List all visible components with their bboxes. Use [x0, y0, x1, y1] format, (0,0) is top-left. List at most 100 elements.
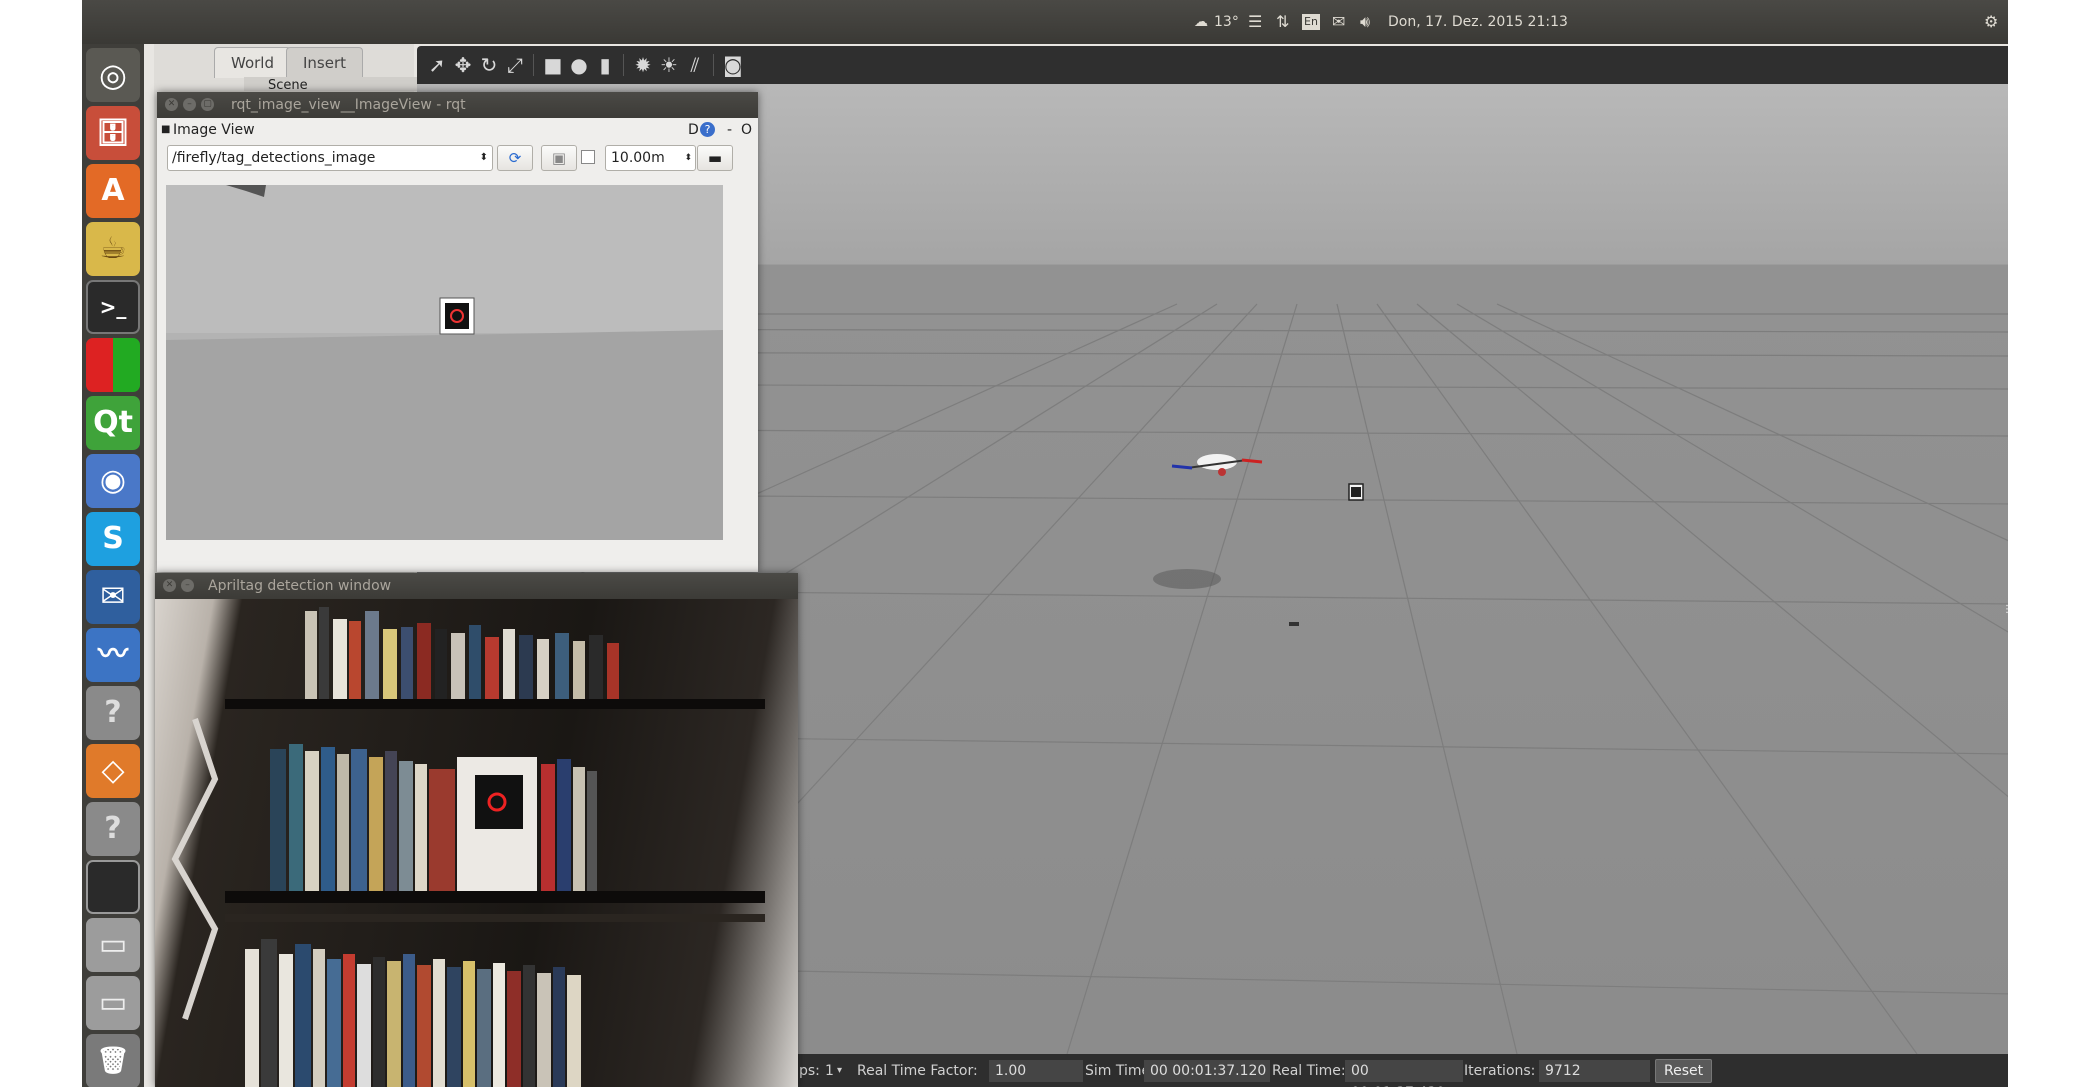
trash-icon[interactable]: 🗑︎ — [86, 1034, 140, 1087]
apriltag-window-title: Apriltag detection window — [208, 578, 392, 594]
spot-light-icon[interactable]: ☀ — [657, 53, 681, 77]
cylinder-icon[interactable]: ▮ — [593, 53, 617, 77]
gazebo-toolbar: ➚ ✥ ↻ ⤢ ■ ● ▮ ✹ ☀ ⫽ ◙ — [417, 46, 2008, 84]
bookshelf-middle-row — [270, 744, 597, 891]
rqt-titlebar[interactable]: ✕ – ▢ rqt_image_view__ImageView - rqt — [157, 92, 758, 118]
fps-dropdown-icon[interactable]: ▾ — [837, 1062, 842, 1080]
save-image-button[interactable]: ▣ — [541, 145, 577, 171]
translate-icon[interactable]: ✥ — [451, 53, 475, 77]
volume-icon[interactable]: 🔊︎ — [1360, 12, 1370, 32]
toolbar-separator — [533, 54, 534, 76]
apriltag-detection-window: ✕ – Apriltag detection window — [155, 573, 798, 1087]
software-center-icon[interactable]: A — [86, 164, 140, 218]
toolbar-separator — [713, 54, 714, 76]
apriltag-pattern — [1351, 487, 1361, 497]
close-icon[interactable]: ✕ — [163, 579, 176, 592]
toolbar-separator — [623, 54, 624, 76]
qt-creator-icon[interactable]: Qt — [86, 396, 140, 450]
clock[interactable]: Don, 17. Dez. 2015 21:13 — [1388, 12, 1568, 32]
minimize-icon[interactable]: – — [183, 98, 196, 111]
sphere-icon[interactable]: ● — [567, 53, 591, 77]
plugin-icon: ■ — [161, 124, 171, 135]
refresh-button[interactable]: ⟳ — [497, 145, 533, 171]
ubuntu-dash-icon[interactable]: ◎ — [86, 48, 140, 102]
save-icon: ▣ — [551, 149, 567, 167]
rqt-image-view-window: ✕ – ▢ rqt_image_view__ImageView - rqt ■ … — [157, 92, 758, 572]
launcher: ◎ 🗄︎ A ☕︎ >_ Qt ◉ S ✉ 〰 ? ◇ ? ▭ ▭ 🗑︎ — [82, 44, 144, 1087]
real-time-value: 00 00:01:37.430 — [1345, 1060, 1463, 1087]
image-view-title: Image View — [173, 122, 255, 138]
topic-combobox[interactable]: /firefly/tag_detections_image ⬍ — [167, 145, 493, 171]
screenshot-icon[interactable]: ◙ — [721, 53, 745, 77]
fit-view-icon: ▬ — [707, 149, 723, 167]
tab-insert[interactable]: Insert — [286, 47, 364, 78]
smooth-scaling-checkbox[interactable] — [581, 150, 595, 164]
topic-value: /firefly/tag_detections_image — [172, 150, 376, 166]
rqt-window-title: rqt_image_view__ImageView - rqt — [231, 97, 466, 113]
directional-light-icon[interactable]: ⫽ — [683, 53, 707, 77]
sublime-text-icon[interactable]: ◇ — [86, 744, 140, 798]
sim-time-value: 00 00:01:37.120 — [1144, 1060, 1270, 1082]
keyboard-layout-indicator[interactable]: En — [1302, 14, 1320, 30]
iterations-label: Iterations: — [1464, 1063, 1536, 1079]
tag-detections-image[interactable] — [166, 185, 723, 540]
weather-icon[interactable]: ☁ — [1194, 12, 1208, 32]
zoom-value: 10.00m — [611, 150, 665, 166]
image-view-header: ■ Image View D ? - O — [157, 118, 758, 142]
viewport-splitter-handle[interactable]: ⋮ — [2002, 604, 2008, 615]
spin-arrows-icon[interactable]: ⬍ — [684, 146, 692, 170]
dock-button[interactable]: D — [688, 118, 699, 142]
unknown-app-icon[interactable]: ? — [86, 802, 140, 856]
zoom-spinbox[interactable]: 10.00m ⬍ — [605, 145, 696, 171]
thunderbird-icon[interactable]: ✉ — [86, 570, 140, 624]
window-icon[interactable] — [86, 860, 140, 914]
menu-icon[interactable]: ☰ — [1248, 12, 1262, 32]
close-icon[interactable]: ✕ — [165, 98, 178, 111]
close-plugin-icon[interactable]: O — [741, 118, 752, 142]
maximize-icon[interactable]: ▢ — [201, 98, 214, 111]
fit-view-button[interactable]: ▬ — [697, 145, 733, 171]
quadcopter-model — [1171, 454, 1263, 476]
quadcopter-shadow — [1153, 569, 1221, 589]
unknown-app-icon[interactable]: ? — [86, 686, 140, 740]
minimize-icon[interactable]: – — [181, 579, 194, 592]
bookshelf-top-row — [305, 607, 619, 699]
weather-temperature[interactable]: 13° — [1214, 12, 1239, 32]
drive-icon[interactable]: ▭ — [86, 918, 140, 972]
reset-button[interactable]: Reset — [1655, 1059, 1713, 1083]
bookshelf-bottom-row — [245, 939, 581, 1087]
real-time-label: Real Time: — [1272, 1063, 1346, 1079]
select-icon[interactable]: ➚ — [425, 53, 449, 77]
point-light-icon[interactable]: ✹ — [631, 53, 655, 77]
tag-shadow — [1289, 622, 1299, 626]
skype-icon[interactable]: S — [86, 512, 140, 566]
iterations-value: 9712 — [1539, 1060, 1650, 1082]
chevron-down-icon: ⬍ — [479, 152, 488, 163]
help-icon[interactable]: ? — [700, 122, 715, 137]
top-panel: ☁ 13° ☰ ⇅ En ✉ 🔊︎ Don, 17. Dez. 2015 21:… — [82, 0, 2008, 44]
image-view-controls: /firefly/tag_detections_image ⬍ ⟳ ▣ 10.0… — [157, 142, 758, 178]
fps-value[interactable]: 1 — [825, 1062, 834, 1080]
rotate-icon[interactable]: ↻ — [477, 53, 501, 77]
desktop-screen: ☁ 13° ☰ ⇅ En ✉ 🔊︎ Don, 17. Dez. 2015 21:… — [82, 0, 2008, 1087]
gear-icon[interactable]: ⚙ — [1984, 12, 1998, 32]
mail-icon[interactable]: ✉ — [1332, 12, 1345, 32]
minimize-plugin-icon[interactable]: - — [727, 118, 732, 142]
apriltag-titlebar[interactable]: ✕ – Apriltag detection window — [155, 573, 798, 599]
refresh-icon: ⟳ — [508, 149, 522, 167]
drive-icon[interactable]: ▭ — [86, 976, 140, 1030]
real-time-factor-value: 1.00 — [989, 1060, 1083, 1082]
scale-icon[interactable]: ⤢ — [503, 53, 527, 77]
teapot-app-icon[interactable]: ☕︎ — [86, 222, 140, 276]
workspace-switcher-icon[interactable] — [86, 338, 140, 392]
wireshark-icon[interactable]: 〰 — [86, 628, 140, 682]
tab-world[interactable]: World — [214, 47, 291, 78]
desk-lamp — [171, 718, 219, 1020]
chromium-icon[interactable]: ◉ — [86, 454, 140, 508]
network-icon[interactable]: ⇅ — [1276, 12, 1289, 32]
camera-feed-image[interactable] — [155, 599, 798, 1087]
real-time-factor-label: Real Time Factor: — [857, 1063, 978, 1079]
box-icon[interactable]: ■ — [541, 53, 565, 77]
terminal-icon[interactable]: >_ — [86, 280, 140, 334]
file-manager-icon[interactable]: 🗄︎ — [86, 106, 140, 160]
